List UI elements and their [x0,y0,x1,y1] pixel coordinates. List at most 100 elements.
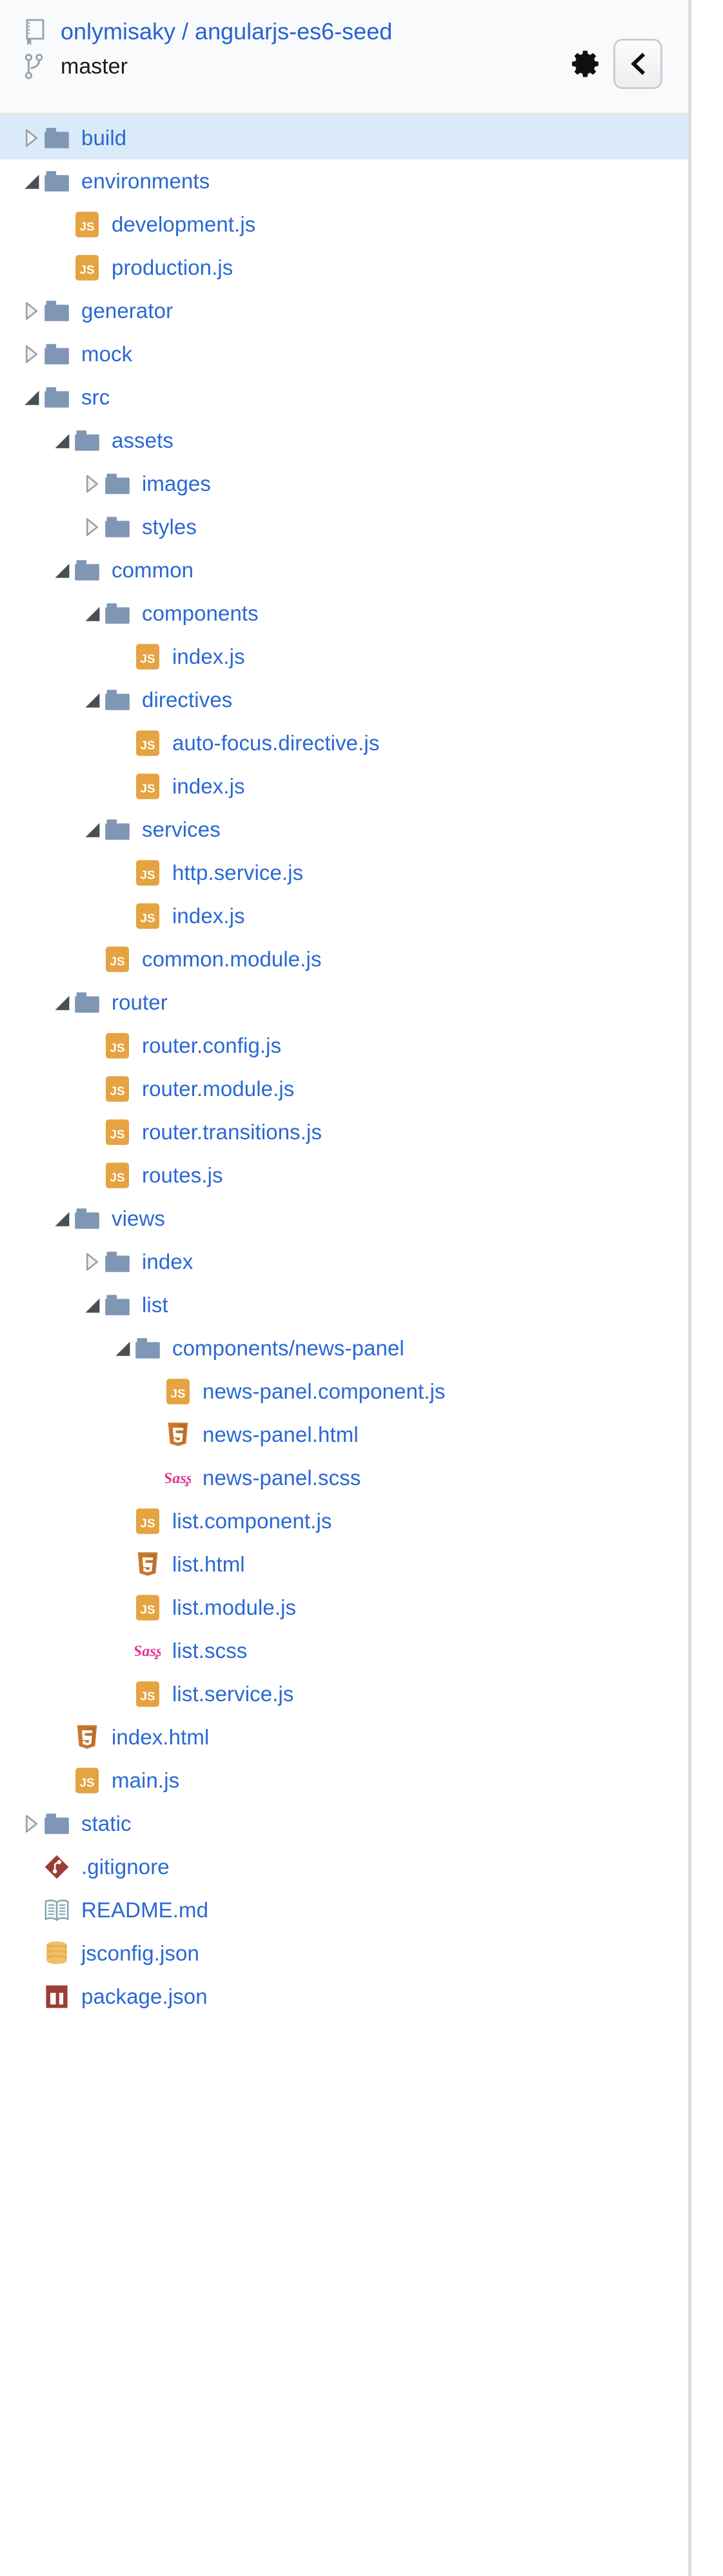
tree-file-row[interactable]: .gitignore [0,1845,688,1888]
collapse-triangle-icon[interactable] [112,1326,134,1370]
collapse-triangle-icon[interactable] [81,808,103,851]
tree-file-row[interactable]: JS router.config.js [0,1024,688,1067]
tree-folder-row[interactable]: static [0,1802,688,1845]
tree-item-label[interactable]: production.js [112,255,233,281]
tree-item-label[interactable]: assets [112,428,173,454]
tree-item-label[interactable]: package.json [81,1984,208,2010]
gear-icon[interactable] [568,46,604,82]
collapse-triangle-icon[interactable] [51,548,73,592]
tree-file-row[interactable]: JS index.js [0,764,688,808]
tree-item-label[interactable]: directives [142,687,232,713]
tree-item-label[interactable]: mock [81,341,132,367]
tree-folder-row[interactable]: images [0,462,688,505]
tree-file-row[interactable]: index.html [0,1715,688,1759]
tree-file-row[interactable]: package.json [0,1975,688,2018]
tree-folder-row[interactable]: src [0,375,688,419]
tree-item-label[interactable]: router.transitions.js [142,1119,322,1145]
tree-item-label[interactable]: list.scss [172,1638,247,1664]
tree-folder-row[interactable]: environments [0,159,688,203]
tree-item-label[interactable]: list [142,1292,168,1318]
tree-item-label[interactable]: services [142,817,221,843]
collapse-triangle-icon[interactable] [81,678,103,721]
tree-item-label[interactable]: router.config.js [142,1033,281,1059]
tree-item-label[interactable]: environments [81,168,210,194]
tree-item-label[interactable]: news-panel.scss [203,1465,361,1491]
tree-item-label[interactable]: http.service.js [172,860,303,886]
tree-folder-row[interactable]: common [0,548,688,592]
tree-folder-row[interactable]: list [0,1283,688,1326]
tree-item-label[interactable]: routes.js [142,1163,223,1188]
tree-file-row[interactable]: list.html [0,1543,688,1586]
expand-triangle-icon[interactable] [81,505,103,548]
tree-file-row[interactable]: Sass news-panel.scss [0,1456,688,1499]
tree-folder-row[interactable]: router [0,981,688,1024]
expand-triangle-icon[interactable] [21,1802,43,1845]
tree-file-row[interactable]: JS list.service.js [0,1672,688,1715]
tree-item-label[interactable]: generator [81,298,173,324]
tree-folder-row[interactable]: build [0,116,688,159]
expand-triangle-icon[interactable] [21,116,43,159]
tree-item-label[interactable]: development.js [112,212,255,237]
tree-item-label[interactable]: static [81,1811,132,1837]
tree-folder-row[interactable]: services [0,808,688,851]
tree-file-row[interactable]: JS http.service.js [0,851,688,894]
tree-file-row[interactable]: JS index.js [0,894,688,937]
tree-folder-row[interactable]: assets [0,419,688,462]
repo-full-name[interactable]: onlymisaky / angularjs-es6-seed [61,17,392,46]
tree-file-row[interactable]: JS news-panel.component.js [0,1370,688,1413]
tree-item-label[interactable]: index [142,1249,193,1275]
tree-folder-row[interactable]: directives [0,678,688,721]
expand-triangle-icon[interactable] [81,1240,103,1283]
tree-item-label[interactable]: src [81,384,110,410]
collapse-triangle-icon[interactable] [81,592,103,635]
tree-item-label[interactable]: views [112,1206,165,1232]
collapse-triangle-icon[interactable] [51,981,73,1024]
tree-item-label[interactable]: build [81,125,126,151]
tree-item-label[interactable]: index.js [172,903,245,929]
expand-triangle-icon[interactable] [81,462,103,505]
tree-file-row[interactable]: JS list.module.js [0,1586,688,1629]
tree-folder-row[interactable]: mock [0,332,688,375]
branch-name[interactable]: master [61,52,128,81]
collapse-panel-button[interactable] [613,39,662,89]
tree-item-label[interactable]: list.html [172,1552,245,1577]
tree-folder-row[interactable]: index [0,1240,688,1283]
tree-item-label[interactable]: list.component.js [172,1508,332,1534]
tree-item-label[interactable]: index.js [172,774,245,799]
tree-item-label[interactable]: auto-focus.directive.js [172,730,379,756]
tree-folder-row[interactable]: components/news-panel [0,1326,688,1370]
tree-file-row[interactable]: README.md [0,1888,688,1932]
tree-item-label[interactable]: common.module.js [142,946,322,972]
tree-file-row[interactable]: JS router.transitions.js [0,1110,688,1153]
tree-item-label[interactable]: list.service.js [172,1681,294,1707]
tree-item-label[interactable]: index.js [172,644,245,670]
expand-triangle-icon[interactable] [21,289,43,332]
tree-item-label[interactable]: components/news-panel [172,1335,404,1361]
tree-folder-row[interactable]: views [0,1197,688,1240]
tree-folder-row[interactable]: generator [0,289,688,332]
tree-file-row[interactable]: Sass list.scss [0,1629,688,1672]
collapse-triangle-icon[interactable] [81,1283,103,1326]
tree-item-label[interactable]: router.module.js [142,1076,294,1102]
tree-file-row[interactable]: JS common.module.js [0,937,688,981]
expand-triangle-icon[interactable] [21,332,43,375]
tree-file-row[interactable]: JS production.js [0,246,688,289]
collapse-triangle-icon[interactable] [51,419,73,462]
tree-item-label[interactable]: list.module.js [172,1595,296,1621]
tree-item-label[interactable]: README.md [81,1897,208,1923]
tree-file-row[interactable]: jsconfig.json [0,1932,688,1975]
tree-file-row[interactable]: JS main.js [0,1759,688,1802]
collapse-triangle-icon[interactable] [21,375,43,419]
tree-file-row[interactable]: JS router.module.js [0,1067,688,1110]
tree-file-row[interactable]: JS development.js [0,203,688,246]
tree-folder-row[interactable]: styles [0,505,688,548]
tree-item-label[interactable]: main.js [112,1768,179,1793]
tree-item-label[interactable]: .gitignore [81,1854,170,1880]
collapse-triangle-icon[interactable] [21,159,43,203]
tree-item-label[interactable]: router [112,990,168,1015]
file-tree[interactable]: build environments JS development.js JS produ… [0,116,688,2018]
tree-item-label[interactable]: images [142,471,211,497]
tree-file-row[interactable]: JS auto-focus.directive.js [0,721,688,764]
tree-file-row[interactable]: JS routes.js [0,1153,688,1197]
tree-item-label[interactable]: styles [142,514,197,540]
